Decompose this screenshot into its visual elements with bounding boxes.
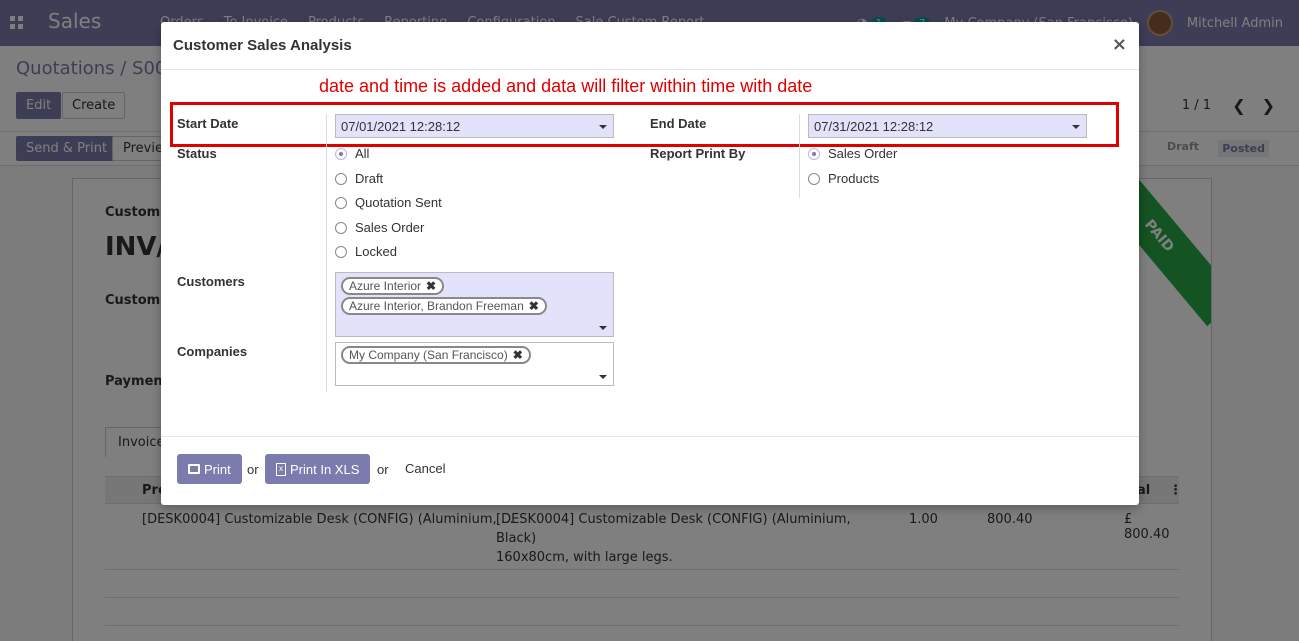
remove-tag-icon[interactable]: ✖ — [513, 348, 523, 362]
status-option-quotation-sent[interactable]: Quotation Sent — [335, 195, 442, 210]
modal-header: Customer Sales Analysis × — [161, 22, 1139, 70]
or-separator: or — [247, 462, 259, 477]
radio-button[interactable] — [335, 147, 347, 160]
end-date-value: 07/31/2021 12:28:12 — [814, 119, 934, 134]
printer-icon — [188, 464, 200, 474]
modal-footer: Print or x Print In XLS or Cancel — [161, 436, 1139, 505]
company-tag: My Company (San Francisco) ✖ — [341, 346, 531, 364]
chevron-down-icon[interactable] — [599, 326, 607, 330]
customer-tag: Azure Interior, Brandon Freeman ✖ — [341, 297, 547, 315]
companies-label: Companies — [177, 344, 248, 359]
cancel-button[interactable]: Cancel — [405, 461, 445, 476]
status-option-sales-order[interactable]: Sales Order — [335, 220, 424, 235]
end-date-label: End Date — [650, 116, 707, 131]
print-xls-button[interactable]: x Print In XLS — [265, 454, 371, 484]
left-column-divider — [326, 114, 327, 392]
customer-sales-analysis-dialog: Customer Sales Analysis × date and time … — [161, 22, 1139, 505]
radio-button[interactable] — [335, 196, 347, 209]
status-option-all[interactable]: All — [335, 146, 369, 161]
remove-tag-icon[interactable]: ✖ — [426, 279, 436, 293]
modal-title: Customer Sales Analysis — [173, 37, 352, 54]
print-button[interactable]: Print — [177, 454, 242, 484]
chevron-down-icon[interactable] — [1072, 125, 1080, 129]
status-label: Status — [177, 146, 217, 161]
print-by-option-products[interactable]: Products — [808, 171, 879, 186]
chevron-down-icon[interactable] — [599, 125, 607, 129]
close-icon[interactable]: × — [1112, 34, 1127, 55]
radio-button[interactable] — [335, 221, 347, 234]
right-column-divider — [799, 114, 800, 198]
radio-button[interactable] — [335, 245, 347, 258]
customers-label: Customers — [177, 274, 245, 289]
radio-button[interactable] — [808, 172, 820, 185]
print-by-option-sales-order[interactable]: Sales Order — [808, 146, 897, 161]
remove-tag-icon[interactable]: ✖ — [529, 299, 539, 313]
start-date-label: Start Date — [177, 116, 239, 131]
or-separator: or — [377, 462, 389, 477]
annotation-text: date and time is added and data will fil… — [319, 76, 813, 96]
customer-tag: Azure Interior ✖ — [341, 277, 445, 295]
excel-file-icon: x — [276, 462, 286, 476]
status-option-locked[interactable]: Locked — [335, 244, 397, 259]
start-date-field[interactable]: 07/01/2021 12:28:12 — [335, 114, 614, 138]
report-print-by-label: Report Print By — [650, 146, 746, 161]
end-date-field[interactable]: 07/31/2021 12:28:12 — [808, 114, 1087, 138]
status-option-draft[interactable]: Draft — [335, 171, 383, 186]
radio-button[interactable] — [808, 147, 820, 160]
chevron-down-icon[interactable] — [599, 375, 607, 379]
radio-button[interactable] — [335, 172, 347, 185]
customers-field[interactable]: Azure Interior ✖ Azure Interior, Brandon… — [335, 272, 614, 337]
start-date-value: 07/01/2021 12:28:12 — [341, 119, 461, 134]
companies-field[interactable]: My Company (San Francisco) ✖ — [335, 342, 614, 386]
